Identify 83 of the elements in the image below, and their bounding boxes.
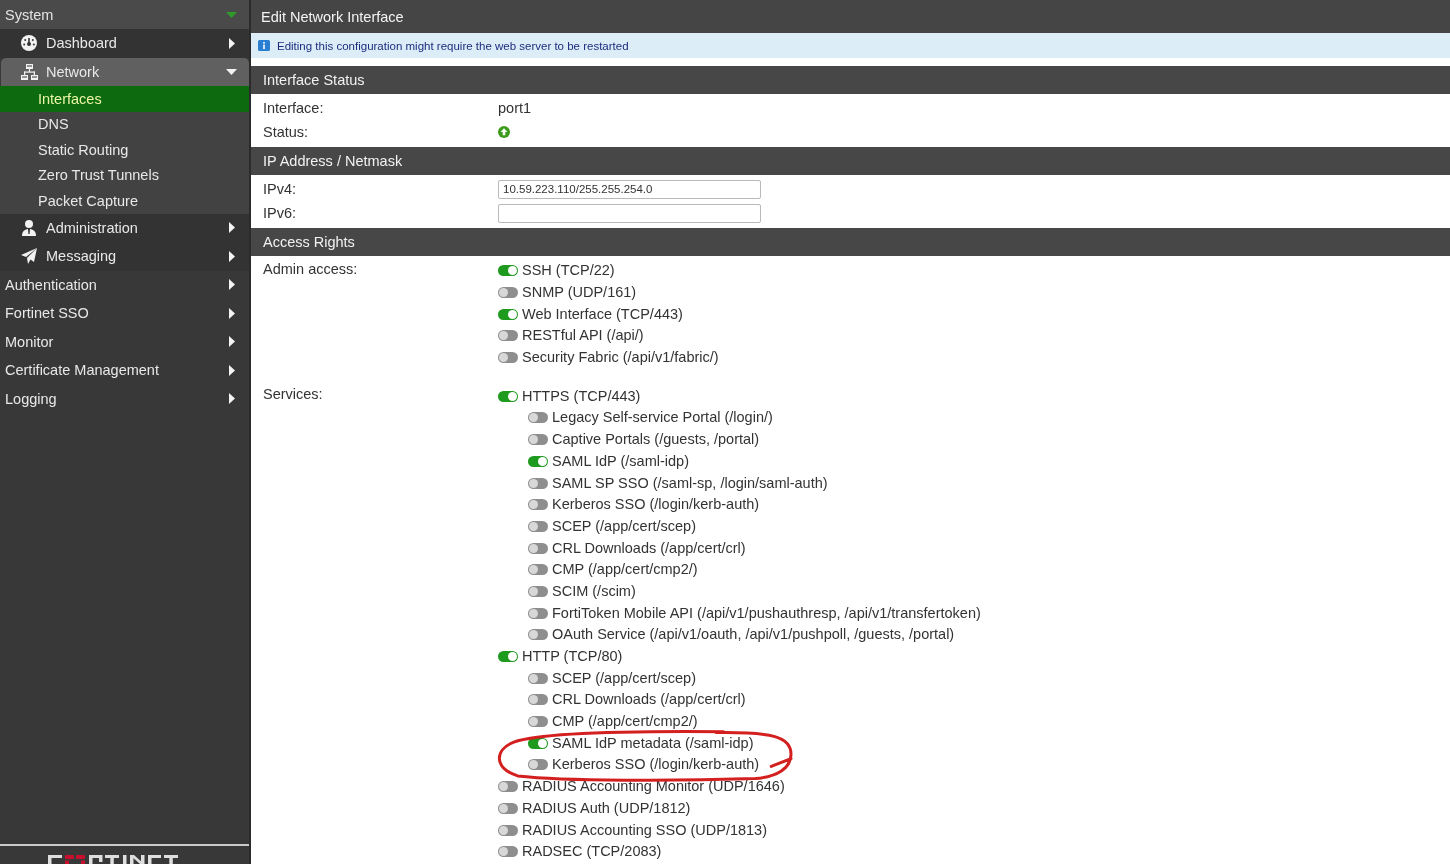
notice-text: Editing this configuration might require the web server to be restarted: [277, 39, 629, 52]
toggle-label: SSH (TCP/22): [522, 262, 615, 280]
toggle-switch[interactable]: [528, 477, 548, 489]
sidebar-item[interactable]: Zero Trust Tunnels: [0, 162, 249, 188]
toggle-switch[interactable]: [498, 802, 518, 814]
toggle-switch[interactable]: [528, 759, 548, 771]
gauge-icon: [21, 35, 38, 52]
toggle-label: Captive Portals (/guests, /portal): [552, 431, 760, 449]
sidebar-item[interactable]: Interfaces: [0, 86, 249, 112]
toggle-switch[interactable]: [528, 520, 548, 532]
field-label: IPv6:: [263, 205, 298, 221]
sidebar-item[interactable]: Packet Capture: [0, 188, 249, 214]
network-icon: [21, 63, 38, 80]
toggle-switch[interactable]: [528, 737, 548, 749]
toggle-switch[interactable]: [528, 542, 548, 554]
toggle-switch[interactable]: [528, 694, 548, 706]
sidebar-item[interactable]: Network: [1, 57, 249, 86]
toggle-label: Kerberos SSO (/login/kerb-auth): [552, 756, 760, 774]
toggle-switch[interactable]: [498, 846, 518, 858]
toggle-label: Security Fabric (/api/v1/fabric/): [522, 349, 719, 367]
toggle-label: Web Interface (TCP/443): [522, 305, 683, 323]
field-label: Interface:: [263, 100, 325, 116]
toggle-label: SNMP (UDP/161): [522, 284, 637, 302]
toggle-label: RESTful API (/api/): [522, 327, 644, 345]
toggle-switch[interactable]: [528, 585, 548, 597]
toggle-label: CRL Downloads (/app/cert/crl): [552, 539, 746, 557]
toggle-switch[interactable]: [498, 352, 518, 364]
toggle-label: RADIUS Accounting Monitor (UDP/1646): [522, 778, 785, 796]
text-field[interactable]: 10.59.223.110/255.255.254.0: [498, 179, 761, 199]
toggle-label: RADIUS Auth (UDP/1812): [522, 799, 691, 817]
paper-plane-icon: [21, 248, 38, 265]
toggle-switch[interactable]: [498, 308, 518, 320]
toggle-switch[interactable]: [498, 651, 518, 663]
toggle-switch[interactable]: [498, 781, 518, 793]
page-title: Edit Network Interface: [251, 0, 1450, 33]
sidebar-item[interactable]: Static Routing: [0, 137, 249, 163]
toggle-switch[interactable]: [528, 716, 548, 728]
toggle-label: CRL Downloads (/app/cert/crl): [552, 691, 746, 709]
sidebar-item[interactable]: System: [0, 0, 249, 29]
toggle-label: OAuth Service (/api/v1/oauth, /api/v1/pushpoll, /guests, /portal): [552, 626, 955, 644]
toggle-label: SCIM (/scim): [552, 582, 636, 600]
sidebar-item[interactable]: Dashboard: [0, 29, 249, 58]
toggle-label: HTTP (TCP/80): [522, 648, 623, 666]
info-icon: [258, 40, 270, 51]
toggle-switch[interactable]: [498, 824, 518, 836]
sidebar-item[interactable]: DNS: [0, 111, 249, 137]
section-header: Interface Status: [251, 66, 1450, 94]
toggle-switch[interactable]: [528, 607, 548, 619]
toggle-switch[interactable]: [528, 434, 548, 446]
sidebar-item[interactable]: Administration: [0, 213, 249, 242]
text-field[interactable]: [498, 203, 761, 223]
toggle-switch[interactable]: [528, 672, 548, 684]
toggle-switch[interactable]: [498, 330, 518, 342]
person-icon: [21, 219, 38, 236]
toggle-label: RADIUS Accounting SSO (UDP/1813): [522, 821, 767, 839]
toggle-label: SCEP (/app/cert/scep): [552, 517, 696, 535]
field-label: IPv4:: [263, 181, 298, 197]
toggle-switch[interactable]: [528, 564, 548, 576]
toggle-switch[interactable]: [528, 455, 548, 467]
sidebar-item[interactable]: Messaging: [0, 242, 249, 271]
toggle-label: CMP (/app/cert/cmp2/): [552, 561, 698, 579]
field-value: port1: [498, 100, 533, 116]
toggle-label: SAML IdP metadata (/saml-idp): [552, 734, 754, 752]
toggle-switch[interactable]: [498, 265, 518, 277]
toggle-label: SAML IdP (/saml-idp): [552, 452, 689, 470]
field-label: Services:: [263, 385, 324, 405]
field-label: Admin access:: [263, 260, 359, 279]
toggle-label: RADSEC (TCP/2083): [522, 843, 662, 861]
toggle-switch[interactable]: [498, 390, 518, 402]
toggle-label: Kerberos SSO (/login/kerb-auth): [552, 496, 760, 514]
toggle-label: SAML SP SSO (/saml-sp, /login/saml-auth): [552, 474, 828, 492]
toggle-label: Legacy Self-service Portal (/login/): [552, 409, 773, 427]
section-header: Access Rights: [251, 228, 1450, 256]
toggle-label: SCEP (/app/cert/scep): [552, 669, 696, 687]
toggle-label: FortiToken Mobile API (/api/v1/pushauthresp, /api/v1/transfertoken): [552, 604, 981, 622]
toggle-switch[interactable]: [528, 629, 548, 641]
toggle-switch[interactable]: [528, 499, 548, 511]
toggle-switch[interactable]: [528, 412, 548, 424]
field-label: Status:: [263, 124, 310, 140]
section-header: IP Address / Netmask: [251, 147, 1450, 175]
toggle-label: CMP (/app/cert/cmp2/): [552, 713, 698, 731]
toggle-label: HTTPS (TCP/443): [522, 387, 641, 405]
toggle-switch[interactable]: [498, 287, 518, 299]
